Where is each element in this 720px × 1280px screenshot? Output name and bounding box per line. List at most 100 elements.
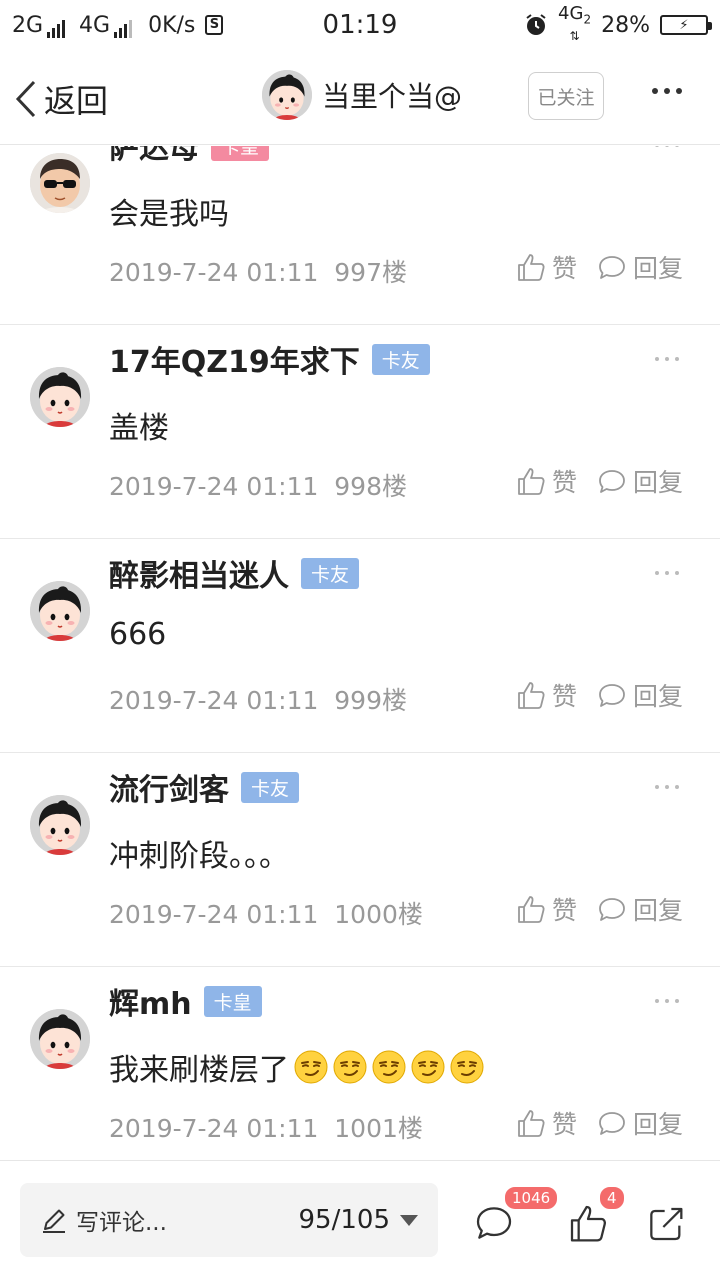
thumbs-up-icon bbox=[516, 1108, 546, 1138]
status-bar: 2G 4G 0K/s S 01:19 4G2 ⇅ 28% ⚡ bbox=[0, 0, 720, 50]
comments-button[interactable] bbox=[474, 1203, 514, 1247]
user-badge: 卡友 bbox=[371, 344, 430, 375]
like-button[interactable]: 赞 bbox=[516, 1105, 577, 1141]
share-icon bbox=[650, 1207, 683, 1241]
post-meta: 2019-7-24 01:11 1001楼 bbox=[109, 1114, 423, 1143]
network-2g-label: 2G bbox=[12, 12, 44, 38]
thumbs-up-icon bbox=[516, 894, 546, 924]
signal-icon bbox=[47, 19, 66, 38]
username[interactable]: 流行剑客 卡友 bbox=[109, 765, 300, 809]
list-item: 17年QZ19年求下 卡友 盖楼 2019-7-24 01:11 998楼 赞 回… bbox=[0, 325, 720, 539]
page-title: 当里个当@ bbox=[322, 80, 463, 113]
comment-input[interactable]: 写评论... 95/105 bbox=[20, 1183, 438, 1257]
network-2g: 2G bbox=[12, 12, 66, 38]
comment-icon bbox=[597, 466, 627, 496]
reply-list: 萨达母 卡皇 会是我吗 2019-7-24 01:11 997楼 赞 回复 17年… bbox=[0, 146, 720, 1160]
user-badge: 卡皇 bbox=[211, 146, 270, 161]
smirk-emoji-icon bbox=[294, 1050, 328, 1084]
more-options-icon[interactable] bbox=[655, 146, 679, 147]
post-content: 盖楼 bbox=[109, 411, 169, 446]
comment-count-badge: 1046 bbox=[503, 1185, 560, 1211]
comment-icon bbox=[597, 252, 627, 282]
username[interactable]: 醉影相当迷人 卡友 bbox=[109, 551, 360, 595]
smirk-emoji-icon bbox=[372, 1050, 406, 1084]
thumbs-up-icon bbox=[516, 252, 546, 282]
chevron-left-icon bbox=[15, 80, 36, 118]
user-badge: 卡皇 bbox=[203, 986, 262, 1017]
post-actions: 赞 回复 bbox=[516, 891, 683, 927]
list-item: 醉影相当迷人 卡友 666 2019-7-24 01:11 999楼 赞 回复 bbox=[0, 539, 720, 753]
like-button[interactable]: 赞 bbox=[516, 463, 577, 499]
username[interactable]: 辉mh 卡皇 bbox=[109, 979, 262, 1023]
user-badge: 卡友 bbox=[241, 772, 300, 803]
reply-button[interactable]: 回复 bbox=[597, 677, 683, 713]
post-actions: 赞 回复 bbox=[516, 249, 683, 285]
avatar[interactable] bbox=[30, 795, 90, 855]
comment-icon bbox=[597, 1108, 627, 1138]
thumbs-up-icon bbox=[570, 1205, 606, 1242]
status-left: 2G 4G 0K/s S bbox=[12, 12, 224, 38]
network-4g-label: 4G bbox=[79, 12, 111, 38]
back-label: 返回 bbox=[44, 82, 109, 120]
page-indicator: 95/105 bbox=[298, 1205, 390, 1235]
like-button[interactable]: 赞 bbox=[516, 891, 577, 927]
list-item: 萨达母 卡皇 会是我吗 2019-7-24 01:11 997楼 赞 回复 bbox=[0, 146, 720, 325]
like-thread-button[interactable] bbox=[568, 1203, 608, 1247]
post-meta: 2019-7-24 01:11 999楼 bbox=[109, 686, 407, 715]
like-count-badge: 4 bbox=[598, 1185, 626, 1211]
like-button[interactable]: 赞 bbox=[516, 677, 577, 713]
like-button[interactable]: 赞 bbox=[516, 249, 577, 285]
back-button[interactable]: 返回 bbox=[14, 76, 108, 122]
user-badge: 卡友 bbox=[301, 558, 360, 589]
thumbs-up-icon bbox=[516, 466, 546, 496]
list-item: 流行剑客 卡友 冲刺阶段。。。 2019-7-24 01:11 1000楼 赞 回… bbox=[0, 753, 720, 967]
battery-percent: 28% bbox=[601, 12, 650, 38]
status-right: 4G2 ⇅ 28% ⚡ bbox=[524, 2, 712, 45]
post-meta: 2019-7-24 01:11 998楼 bbox=[109, 472, 407, 501]
network-speed: 0K/s bbox=[148, 12, 196, 38]
app-notification-icon: S bbox=[205, 15, 224, 35]
post-meta: 2019-7-24 01:11 997楼 bbox=[109, 258, 407, 287]
more-options-icon[interactable] bbox=[655, 785, 679, 789]
nav-bar: 返回 当里个当@ 已关注 bbox=[0, 50, 720, 145]
post-actions: 赞 回复 bbox=[516, 463, 683, 499]
reply-button[interactable]: 回复 bbox=[597, 1105, 683, 1141]
bottom-bar: 写评论... 95/105 1046 4 bbox=[0, 1160, 720, 1280]
username[interactable]: 17年QZ19年求下 卡友 bbox=[109, 337, 430, 381]
comment-icon bbox=[597, 680, 627, 710]
post-actions: 赞 回复 bbox=[516, 1105, 683, 1141]
reply-button[interactable]: 回复 bbox=[597, 463, 683, 499]
post-actions: 赞 回复 bbox=[516, 677, 683, 713]
thread-author[interactable]: 当里个当@ bbox=[262, 70, 462, 120]
smirk-emoji-icon bbox=[411, 1050, 445, 1084]
avatar[interactable] bbox=[30, 153, 90, 213]
page-selector[interactable]: 95/105 bbox=[299, 1205, 418, 1235]
smirk-emoji-icon bbox=[333, 1050, 367, 1084]
more-options-icon[interactable] bbox=[655, 999, 679, 1003]
avatar[interactable] bbox=[30, 1009, 90, 1069]
reply-button[interactable]: 回复 bbox=[597, 891, 683, 927]
post-content: 会是我吗 bbox=[109, 197, 229, 232]
more-options-icon[interactable] bbox=[655, 357, 679, 361]
signal-icon bbox=[114, 19, 133, 38]
avatar[interactable] bbox=[30, 367, 90, 427]
follow-button[interactable]: 已关注 bbox=[528, 72, 604, 120]
network-4g-data: 4G2 ⇅ bbox=[558, 2, 592, 44]
smirk-emoji-icon bbox=[450, 1050, 484, 1084]
list-item: 辉mh 卡皇 我来刷楼层了 2019-7-24 01:11 1001楼 赞 回复 bbox=[0, 967, 720, 1160]
post-content: 冲刺阶段。。。 bbox=[109, 839, 289, 874]
pencil-icon bbox=[43, 1209, 65, 1233]
avatar[interactable] bbox=[30, 581, 90, 641]
avatar[interactable] bbox=[262, 70, 312, 120]
network-4g: 4G bbox=[79, 12, 133, 38]
more-options-icon[interactable] bbox=[652, 88, 682, 94]
more-options-icon[interactable] bbox=[655, 571, 679, 575]
share-button[interactable] bbox=[646, 1203, 686, 1247]
comment-icon bbox=[597, 894, 627, 924]
thumbs-up-icon bbox=[516, 680, 546, 710]
username[interactable]: 萨达母 卡皇 bbox=[109, 146, 270, 167]
reply-button[interactable]: 回复 bbox=[597, 249, 683, 285]
battery-icon: ⚡ bbox=[660, 15, 712, 35]
comment-placeholder: 写评论... bbox=[76, 1210, 167, 1236]
caret-down-icon bbox=[400, 1214, 418, 1226]
